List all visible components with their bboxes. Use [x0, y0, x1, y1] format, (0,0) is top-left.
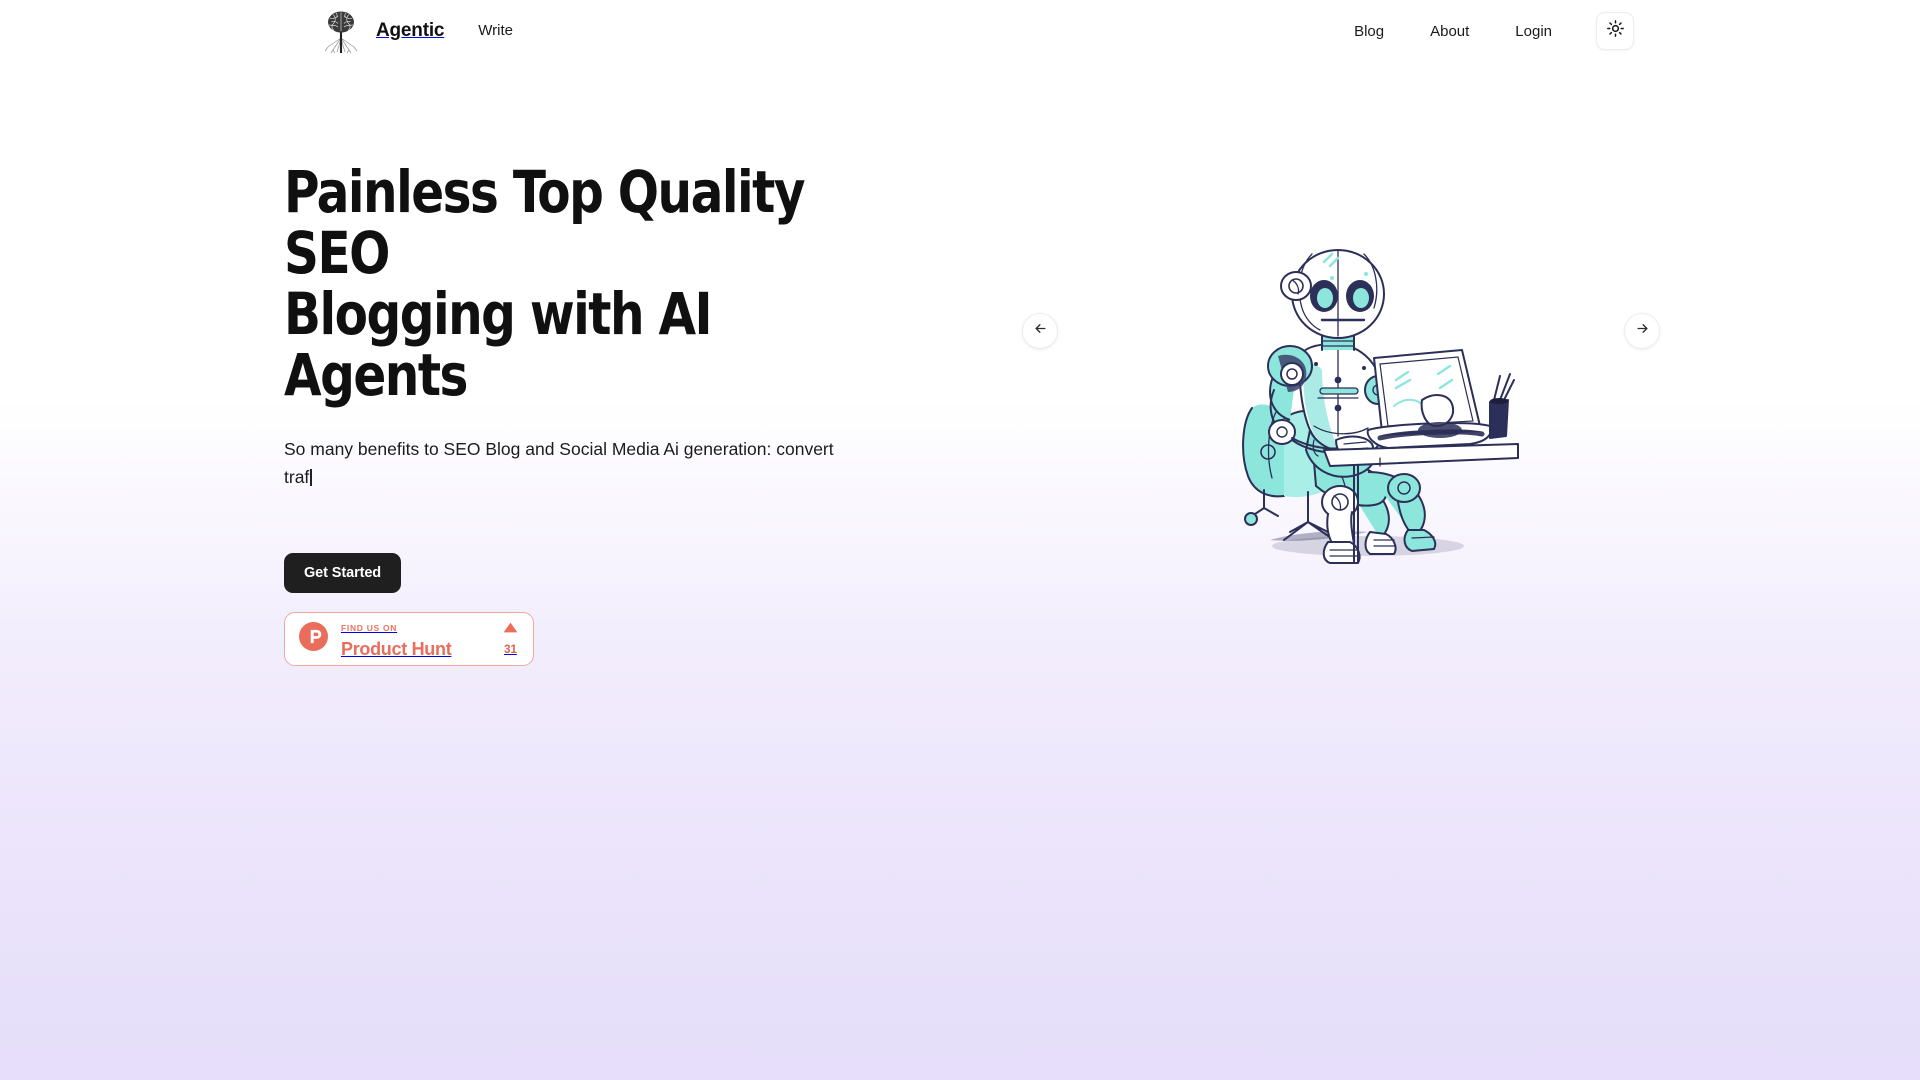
secondary-nav: Blog About Login: [1354, 23, 1552, 40]
product-hunt-count: 31: [504, 644, 517, 657]
site-header: Agentic Write Blog About Login: [0, 0, 1920, 62]
product-hunt-text: FIND US ON Product Hunt: [341, 618, 503, 660]
hero-cta-row: Get Started FIND US ON Product Hunt 31: [284, 553, 924, 667]
get-started-button[interactable]: Get Started: [284, 553, 402, 594]
theme-toggle-button[interactable]: [1596, 12, 1634, 50]
robot-at-desk-illustration: .ln { fill:none; stroke:#2c2f57; stroke-…: [1218, 240, 1528, 570]
carousel-prev-button[interactable]: [1022, 313, 1058, 349]
hero-subtitle-text: So many benefits to SEO Blog and Social …: [284, 438, 834, 487]
hero-copy: Painless Top Quality SEO Blogging with A…: [284, 62, 924, 667]
brand-name: Agentic: [376, 20, 445, 41]
nav-about[interactable]: About: [1430, 23, 1469, 40]
product-hunt-upvotes: 31: [503, 620, 520, 658]
product-hunt-name: Product Hunt: [341, 639, 452, 660]
page-title: Painless Top Quality SEO Blogging with A…: [284, 162, 861, 406]
nav-login[interactable]: Login: [1515, 23, 1552, 40]
sun-icon: [1606, 19, 1625, 43]
product-hunt-kicker: FIND US ON: [341, 623, 398, 634]
arrow-left-icon: [1033, 321, 1048, 341]
carousel-next-button[interactable]: [1624, 313, 1660, 349]
product-hunt-logo-icon: [299, 622, 328, 656]
arrow-right-icon: [1635, 321, 1650, 341]
triangle-up-icon: [503, 620, 518, 638]
hero-subtitle: So many benefits to SEO Blog and Social …: [284, 435, 854, 492]
brand-home-link[interactable]: Agentic: [320, 8, 444, 54]
hero-title-line-2: Blogging with AI Agents: [284, 279, 713, 409]
primary-nav: Write: [478, 22, 513, 40]
product-hunt-badge[interactable]: FIND US ON Product Hunt 31: [284, 612, 534, 667]
brain-tree-icon: [320, 8, 362, 54]
nav-write[interactable]: Write: [478, 22, 513, 39]
hero-section: Painless Top Quality SEO Blogging with A…: [0, 62, 1920, 667]
typing-caret: [310, 468, 312, 486]
nav-blog[interactable]: Blog: [1354, 23, 1384, 40]
hero-title-line-1: Painless Top Quality SEO: [284, 158, 805, 287]
